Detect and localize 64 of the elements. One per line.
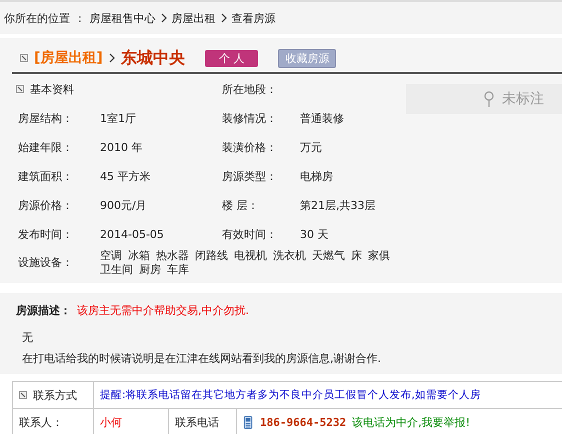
field-label: 发布时间： — [18, 228, 73, 241]
contact-note: 在打电话给我的时候请说明是在江津在线网站看到我的房源信息,谢谢合作. — [22, 351, 382, 366]
field-value: 900元/月 — [100, 199, 147, 212]
phone-number: 186-9664-5232 — [260, 416, 346, 428]
facility-item: 天燃气 — [312, 249, 345, 263]
breadcrumb-link[interactable]: 房屋租售中心 — [90, 10, 156, 26]
field-label: 房源价格： — [18, 199, 73, 212]
chevron-icon — [220, 13, 227, 23]
property-title: 东城中央 — [120, 48, 185, 68]
reminder-text: 提醒:将联系电话留在其它地方者多为不良中介员工假冒个人发布,如需要个人房 — [100, 389, 481, 401]
field-label: 装潢价格： — [222, 141, 277, 154]
collapse-icon — [20, 54, 28, 62]
field-value: 1室1厅 — [100, 112, 136, 125]
chevron-icon — [108, 53, 115, 63]
facility-item: 冰箱 — [128, 249, 150, 263]
chevron-icon — [160, 13, 167, 23]
category-label: [房屋出租] — [34, 49, 103, 67]
breadcrumb-link[interactable]: 房屋出租 — [172, 10, 216, 26]
field-label: 有效时间： — [222, 228, 277, 241]
section-heading: 联系方式 — [33, 388, 77, 402]
field-label: 所在地段： — [222, 82, 277, 96]
location-pin-icon — [484, 91, 494, 107]
collapse-icon — [16, 85, 24, 93]
facility-item: 家俱 — [368, 249, 390, 263]
facility-item: 闭路线 — [195, 249, 228, 263]
field-value: 30 天 — [300, 228, 328, 241]
field-value: 万元 — [300, 141, 322, 154]
description-label: 房源描述： — [16, 303, 71, 318]
location-label: 你所在的位置 — [4, 10, 70, 26]
facility-item: 电视机 — [234, 249, 267, 263]
field-label: 联系人： — [19, 416, 63, 428]
collapse-icon — [19, 391, 27, 399]
field-label: 设施设备： — [18, 256, 73, 269]
facility-item: 厨房 — [139, 263, 161, 277]
field-value: 普通装修 — [300, 112, 344, 125]
section-heading: 基本资料 — [30, 82, 74, 96]
field-value: 电梯房 — [300, 170, 333, 183]
field-label: 楼 层： — [222, 199, 258, 212]
field-label: 始建年限： — [18, 141, 73, 154]
facility-item: 空调 — [100, 249, 122, 263]
separator: : — [78, 12, 82, 24]
owner-type-tag: 个 人 — [204, 50, 258, 66]
field-label: 联系电话 — [175, 416, 219, 428]
field-label: 建筑面积： — [18, 170, 73, 183]
map-status-text: 未标注 — [502, 90, 544, 108]
field-label: 房源类型： — [222, 170, 277, 183]
field-value: 2010 年 — [100, 141, 142, 154]
facility-item: 床 — [351, 249, 362, 263]
contact-name: 小何 — [100, 416, 122, 428]
field-value: 2014-05-05 — [100, 228, 164, 241]
notice-text: 该房主无需中介帮助交易,中介勿扰. — [77, 303, 249, 318]
field-label: 房屋结构： — [18, 112, 73, 125]
facility-item: 热水器 — [156, 249, 189, 263]
report-link[interactable]: 该电话为中介,我要举报! — [352, 414, 470, 430]
map-location-box[interactable]: 未标注 — [406, 84, 562, 114]
field-value: 45 平方米 — [100, 170, 150, 183]
field-label: 装修情况： — [222, 112, 277, 125]
facility-item: 卫生间 — [100, 263, 133, 277]
field-value: 第21层,共33层 — [300, 199, 376, 212]
description-text: 无 — [22, 330, 34, 345]
facility-item: 洗衣机 — [273, 249, 306, 263]
breadcrumb-current: 查看房源 — [232, 10, 276, 26]
facility-item: 车库 — [167, 263, 189, 277]
phone-icon — [243, 414, 254, 430]
